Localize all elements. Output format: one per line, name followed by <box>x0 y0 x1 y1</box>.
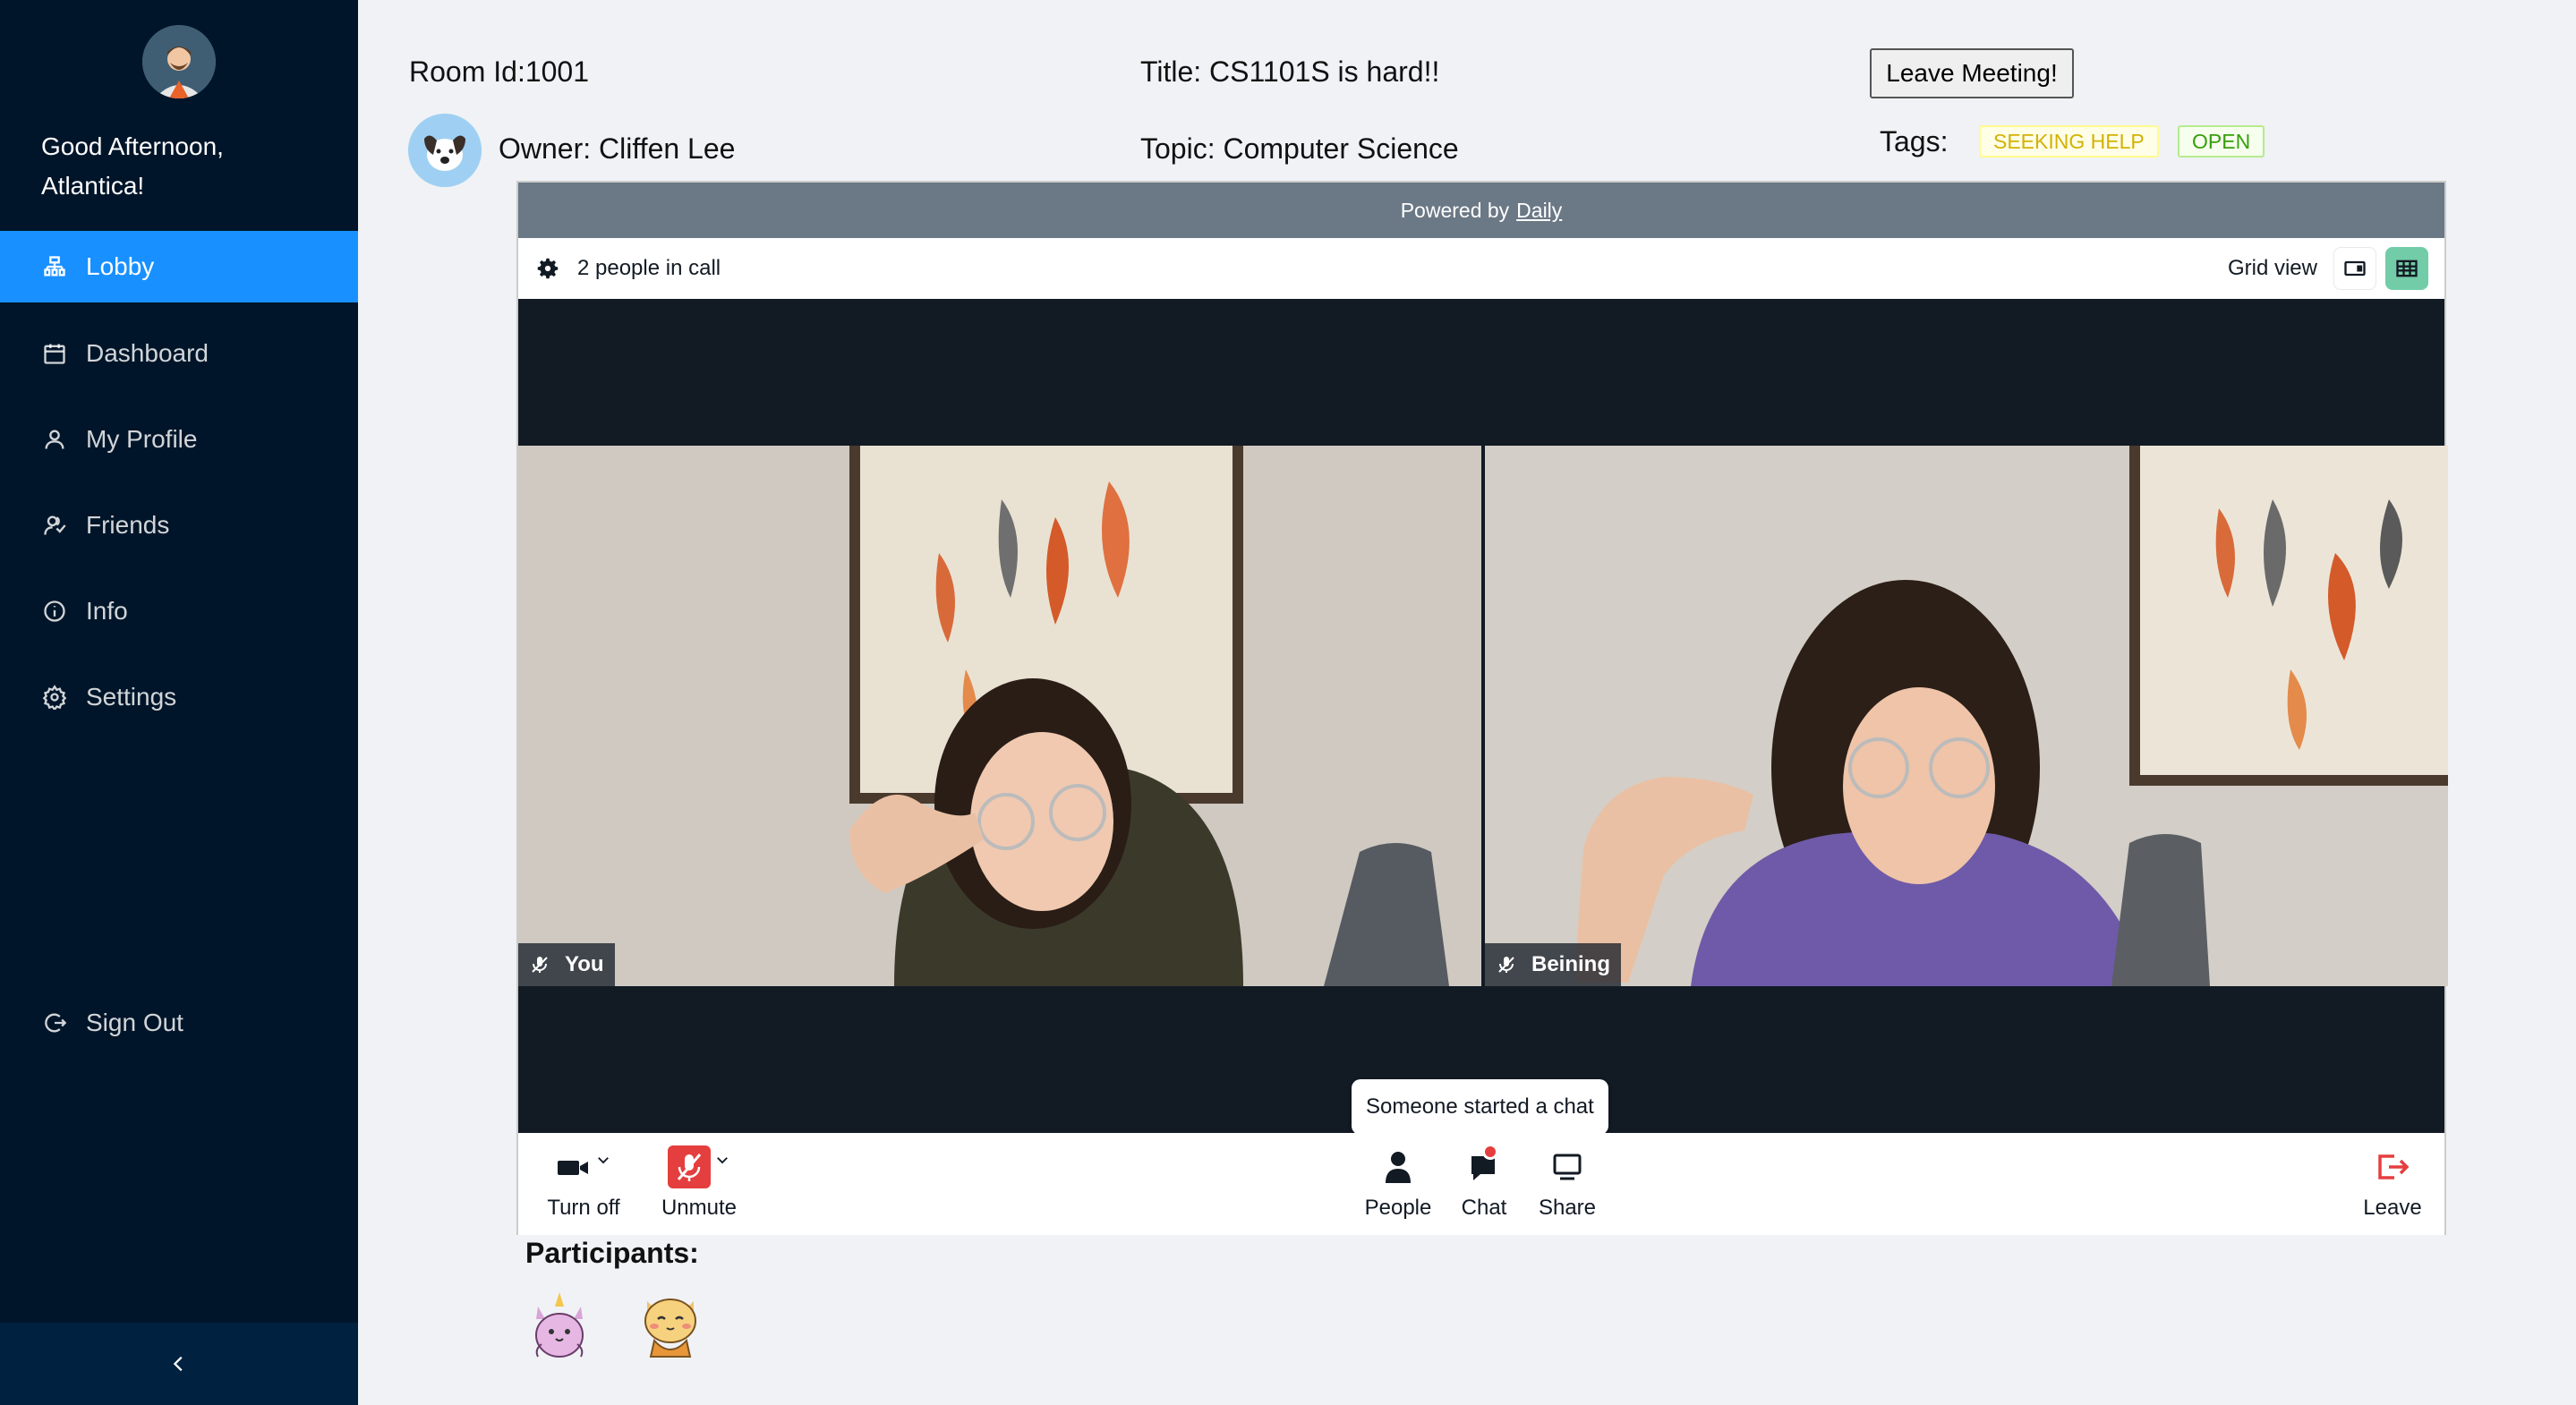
tags-label: Tags: <box>1880 125 1949 158</box>
sidebar-item-info[interactable]: Info <box>0 575 358 647</box>
share-screen-button[interactable]: Share <box>1533 1144 1601 1230</box>
camera-toggle-button[interactable]: Turn off <box>540 1144 627 1230</box>
mic-off-icon <box>532 957 548 973</box>
sidebar-item-label: Lobby <box>86 252 155 280</box>
chevron-left-icon <box>173 1356 183 1372</box>
leave-call-button[interactable]: Leave <box>2357 1144 2428 1230</box>
people-in-call-count: 2 people in call <box>577 256 721 280</box>
tag-open: OPEN <box>2178 125 2265 158</box>
info-icon <box>41 598 68 625</box>
owner-avatar <box>408 114 482 187</box>
sidebar: Good Afternoon, Atlantica! Lobby Dashboa… <box>0 0 358 1405</box>
people-label: People <box>1364 1196 1432 1220</box>
logout-icon <box>41 1009 68 1036</box>
sidebar-item-label: My Profile <box>86 425 198 453</box>
mic-off-icon <box>1498 957 1514 973</box>
sidebar-item-dashboard[interactable]: Dashboard <box>0 318 358 389</box>
unicorn-cat-icon[interactable] <box>524 1289 595 1360</box>
lobby-icon <box>41 253 68 280</box>
greeting-text: Good Afternoon, Atlantica! <box>41 132 224 200</box>
video-call-frame: Powered by Daily 2 people in call Grid v… <box>516 181 2448 1235</box>
participant-name-tag: Beining <box>1485 943 1621 986</box>
sidebar-item-my-profile[interactable]: My Profile <box>0 404 358 475</box>
grid-icon <box>2396 260 2418 277</box>
chevron-down-icon[interactable] <box>714 1152 730 1168</box>
sidebar-item-lobby[interactable]: Lobby <box>0 231 358 302</box>
sidebar-item-label: Settings <box>86 683 177 711</box>
mic-off-icon <box>668 1145 711 1188</box>
sidebar-item-friends[interactable]: Friends <box>0 490 358 561</box>
sidebar-item-label: Info <box>86 597 128 625</box>
video-tile-you[interactable]: You <box>518 446 1481 986</box>
people-button[interactable]: People <box>1360 1144 1437 1230</box>
exit-icon <box>2378 1154 2410 1179</box>
person-icon <box>1386 1152 1411 1183</box>
participants-title: Participants: <box>525 1237 699 1269</box>
sign-out-button[interactable]: Sign Out <box>0 987 358 1059</box>
video-feed-beining <box>1485 446 2448 986</box>
cat-icon[interactable] <box>635 1289 706 1360</box>
room-owner: Owner: Cliffen Lee <box>499 132 736 165</box>
camera-icon <box>558 1161 588 1175</box>
participant-name-tag: You <box>518 943 615 986</box>
mic-toggle-label: Unmute <box>661 1196 738 1220</box>
video-stage: You Beining <box>518 299 2448 1133</box>
settings-gear-icon[interactable] <box>534 255 561 282</box>
leave-label: Leave <box>2363 1196 2422 1220</box>
mic-toggle-button[interactable]: Unmute <box>654 1144 744 1230</box>
daily-link[interactable]: Daily <box>1516 199 1562 223</box>
user-icon <box>41 426 68 453</box>
chat-label: Chat <box>1461 1196 1507 1220</box>
tag-seeking-help: SEEKING HELP <box>1979 125 2159 158</box>
grid-view-button[interactable] <box>2385 247 2428 290</box>
powered-by-text: Powered by <box>1400 198 1510 222</box>
speaker-view-icon <box>2344 260 2366 277</box>
sidebar-item-label: Friends <box>86 511 170 539</box>
powered-by-bar: Powered by Daily <box>518 183 2444 238</box>
leave-meeting-button[interactable]: Leave Meeting! <box>1870 48 2074 98</box>
camera-toggle-label: Turn off <box>547 1196 620 1220</box>
screen-share-icon <box>1553 1154 1582 1180</box>
call-topbar: 2 people in call Grid view <box>518 238 2444 299</box>
video-tile-beining[interactable]: Beining <box>1485 446 2448 986</box>
share-label: Share <box>1538 1196 1597 1220</box>
participant-name: Beining <box>1531 952 1610 976</box>
sign-out-label: Sign Out <box>86 1009 183 1036</box>
chevron-down-icon[interactable] <box>595 1152 611 1168</box>
sidebar-item-settings[interactable]: Settings <box>0 661 358 733</box>
user-avatar[interactable] <box>142 25 216 98</box>
calendar-icon <box>41 340 68 367</box>
view-mode-label: Grid view <box>2227 256 2317 280</box>
gear-icon <box>41 684 68 711</box>
room-title: Title: CS1101S is hard!! <box>1140 55 1440 88</box>
chat-unread-badge <box>1482 1144 1498 1160</box>
collapse-sidebar-button[interactable] <box>0 1323 358 1405</box>
chat-button[interactable]: Chat <box>1454 1144 1514 1230</box>
friends-icon <box>41 512 68 539</box>
room-id: Room Id:1001 <box>409 55 590 88</box>
call-tray: Turn off Unmute People Chat Share Leave <box>518 1133 2444 1235</box>
video-feed-you <box>518 446 1481 986</box>
sidebar-item-label: Dashboard <box>86 339 209 367</box>
speaker-view-button[interactable] <box>2333 247 2376 290</box>
room-topic: Topic: Computer Science <box>1140 132 1459 165</box>
participant-name: You <box>565 952 604 976</box>
chat-notification-tooltip[interactable]: Someone started a chat <box>1352 1079 1608 1144</box>
